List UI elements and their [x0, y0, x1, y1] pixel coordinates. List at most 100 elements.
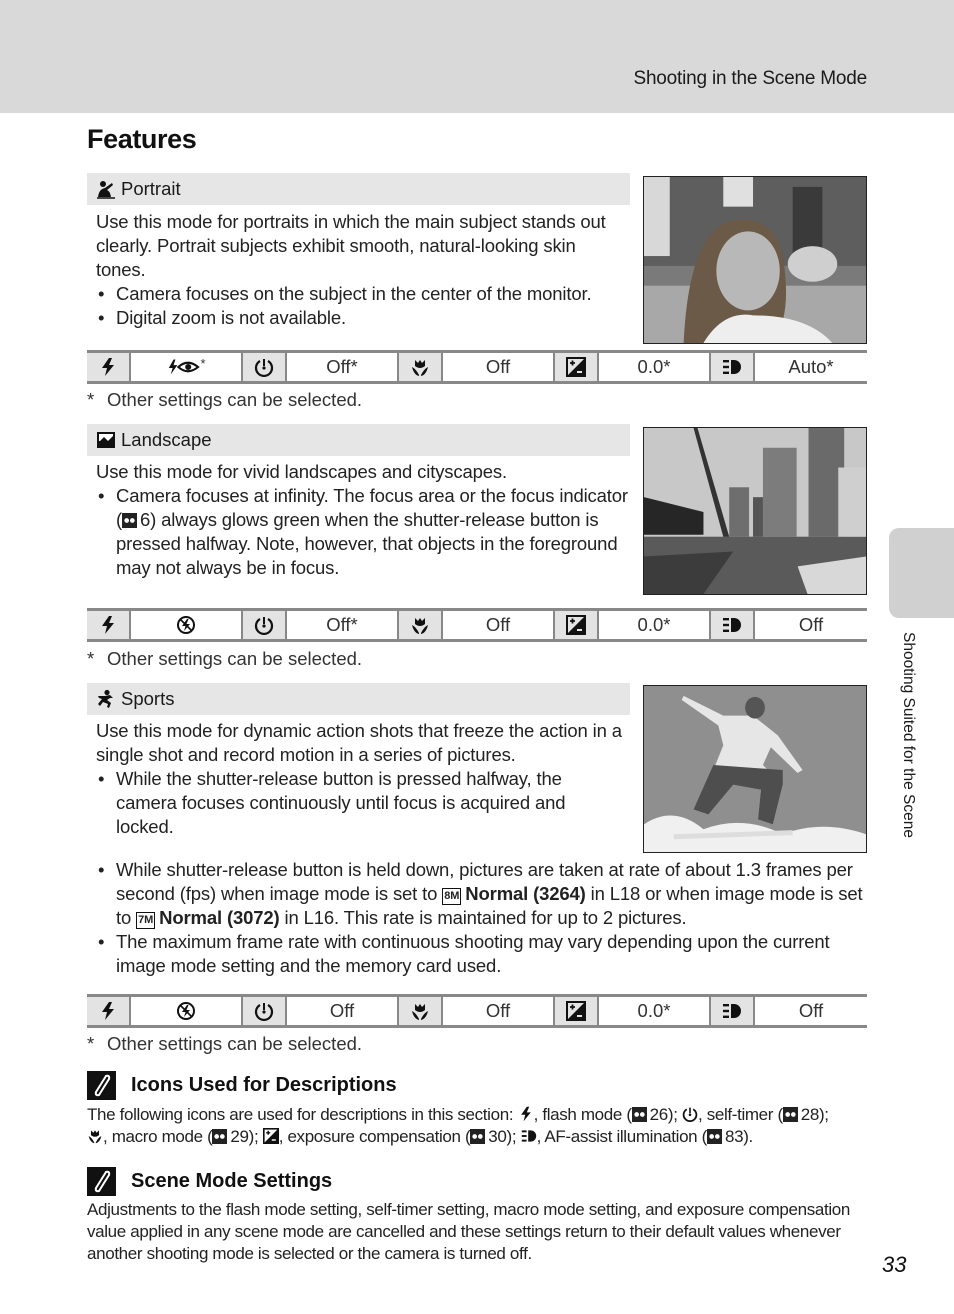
flash-off-icon	[176, 1001, 196, 1021]
sports-footnote: * Other settings can be selected.	[87, 1033, 363, 1054]
flash-icon	[98, 615, 118, 635]
image-mode-7m-icon: 7M	[136, 912, 156, 929]
flash-icon	[98, 357, 118, 377]
landscape-photo	[643, 427, 867, 595]
portrait-title: Portrait	[121, 178, 181, 199]
self-timer-value: Off	[287, 997, 399, 1025]
portrait-bullets: Camera focuses on the subject in the cen…	[96, 282, 628, 330]
af-assist-icon	[722, 1001, 742, 1021]
exposure-label	[555, 997, 599, 1025]
landscape-footnote: * Other settings can be selected.	[87, 648, 363, 669]
flash-icon	[518, 1106, 534, 1122]
flash-icon	[98, 1001, 118, 1021]
flash-mode-label	[87, 997, 131, 1025]
side-tab-label: Shooting Suited for the Scene	[900, 632, 917, 838]
portrait-settings-table: * Off* Off 0.0* Auto*	[87, 350, 867, 384]
af-assist-value: Auto*	[788, 356, 834, 377]
self-timer-icon	[254, 1001, 274, 1021]
exposure-value: 0.0*	[599, 353, 711, 381]
side-tab	[889, 528, 954, 618]
landscape-bullet: Camera focuses at infinity. The focus ar…	[96, 484, 628, 580]
scene-settings-note-heading: Scene Mode Settings	[87, 1167, 332, 1196]
sports-title: Sports	[121, 688, 175, 709]
icons-note-body: The following icons are used for descrip…	[87, 1105, 829, 1146]
exposure-compensation-icon	[566, 1001, 586, 1021]
af-assist-label	[711, 997, 755, 1025]
macro-icon	[410, 615, 430, 635]
self-timer-label	[243, 997, 287, 1025]
macro-mode-label	[399, 611, 443, 639]
af-assist-value: Off	[798, 614, 824, 635]
sports-bullet: While the shutter-release button is pres…	[96, 767, 596, 839]
macro-icon	[410, 1001, 430, 1021]
self-timer-value: Off*	[287, 353, 399, 381]
exposure-compensation-icon	[263, 1128, 279, 1144]
flash-mode-value	[131, 997, 243, 1025]
sports-bullet: While shutter-release button is held dow…	[96, 858, 866, 930]
macro-icon	[87, 1128, 103, 1144]
exposure-label	[555, 611, 599, 639]
sports-heading: Sports	[87, 683, 630, 715]
self-timer-icon	[254, 357, 274, 377]
image-mode-8m-icon: 8M	[442, 888, 462, 905]
reference-icon	[212, 1129, 228, 1144]
flash-mode-value: *	[131, 353, 243, 381]
flash-mode-label	[87, 611, 131, 639]
portrait-intro: Use this mode for portraits in which the…	[96, 211, 606, 280]
af-assist-value: Off	[798, 1000, 824, 1021]
landscape-intro: Use this mode for vivid landscapes and c…	[96, 461, 508, 482]
portrait-bullet: Digital zoom is not available.	[96, 306, 628, 330]
reference-icon	[782, 1107, 798, 1122]
landscape-settings-table: Off* Off 0.0* Off	[87, 608, 867, 642]
exposure-label	[555, 353, 599, 381]
reference-icon	[631, 1107, 647, 1122]
reference-icon	[706, 1129, 722, 1144]
self-timer-icon	[682, 1106, 698, 1122]
portrait-photo	[643, 176, 867, 344]
af-assist-icon	[722, 615, 742, 635]
landscape-title: Landscape	[121, 429, 212, 450]
sports-bullets: While the shutter-release button is pres…	[96, 767, 596, 839]
landscape-description: Use this mode for vivid landscapes and c…	[96, 460, 628, 580]
macro-mode-value: Off	[443, 353, 555, 381]
page-title: Features	[87, 124, 197, 154]
sports-extra-bullets: While shutter-release button is held dow…	[96, 858, 866, 978]
reference-icon	[122, 513, 138, 528]
landscape-icon	[97, 432, 115, 448]
red-eye-reduction-icon	[166, 357, 200, 377]
sports-intro: Use this mode for dynamic action shots t…	[96, 720, 622, 765]
exposure-value: 0.0*	[599, 611, 711, 639]
sports-settings-table: Off Off 0.0* Off	[87, 994, 867, 1028]
icons-note-heading: Icons Used for Descriptions	[87, 1071, 397, 1100]
flash-mode-label	[87, 353, 131, 381]
af-assist-icon	[722, 357, 742, 377]
af-assist-label	[711, 611, 755, 639]
exposure-compensation-icon	[566, 615, 586, 635]
portrait-heading: Portrait	[87, 173, 630, 205]
sports-description: Use this mode for dynamic action shots t…	[96, 719, 636, 839]
portrait-footnote: * Other settings can be selected.	[87, 389, 363, 410]
portrait-icon	[97, 181, 115, 199]
macro-mode-label	[399, 353, 443, 381]
sports-photo	[643, 685, 867, 853]
exposure-compensation-icon	[566, 357, 586, 377]
reference-icon	[470, 1129, 486, 1144]
exposure-value: 0.0*	[599, 997, 711, 1025]
portrait-bullet: Camera focuses on the subject in the cen…	[96, 282, 628, 306]
self-timer-label	[243, 611, 287, 639]
af-assist-label	[711, 353, 755, 381]
page-number: 33	[882, 1252, 907, 1277]
macro-mode-value: Off	[443, 611, 555, 639]
landscape-bullets: Camera focuses at infinity. The focus ar…	[96, 484, 628, 580]
note-pencil-icon	[87, 1071, 116, 1100]
macro-icon	[410, 357, 430, 377]
flash-off-icon	[176, 615, 196, 635]
landscape-heading: Landscape	[87, 424, 630, 456]
portrait-description: Use this mode for portraits in which the…	[96, 210, 628, 330]
header-band	[0, 0, 954, 113]
sports-extra-description: While shutter-release button is held dow…	[96, 858, 866, 978]
scene-settings-note-body: Adjustments to the flash mode setting, s…	[87, 1200, 851, 1263]
note-pencil-icon	[87, 1167, 116, 1196]
macro-mode-value: Off	[443, 997, 555, 1025]
macro-mode-label	[399, 997, 443, 1025]
